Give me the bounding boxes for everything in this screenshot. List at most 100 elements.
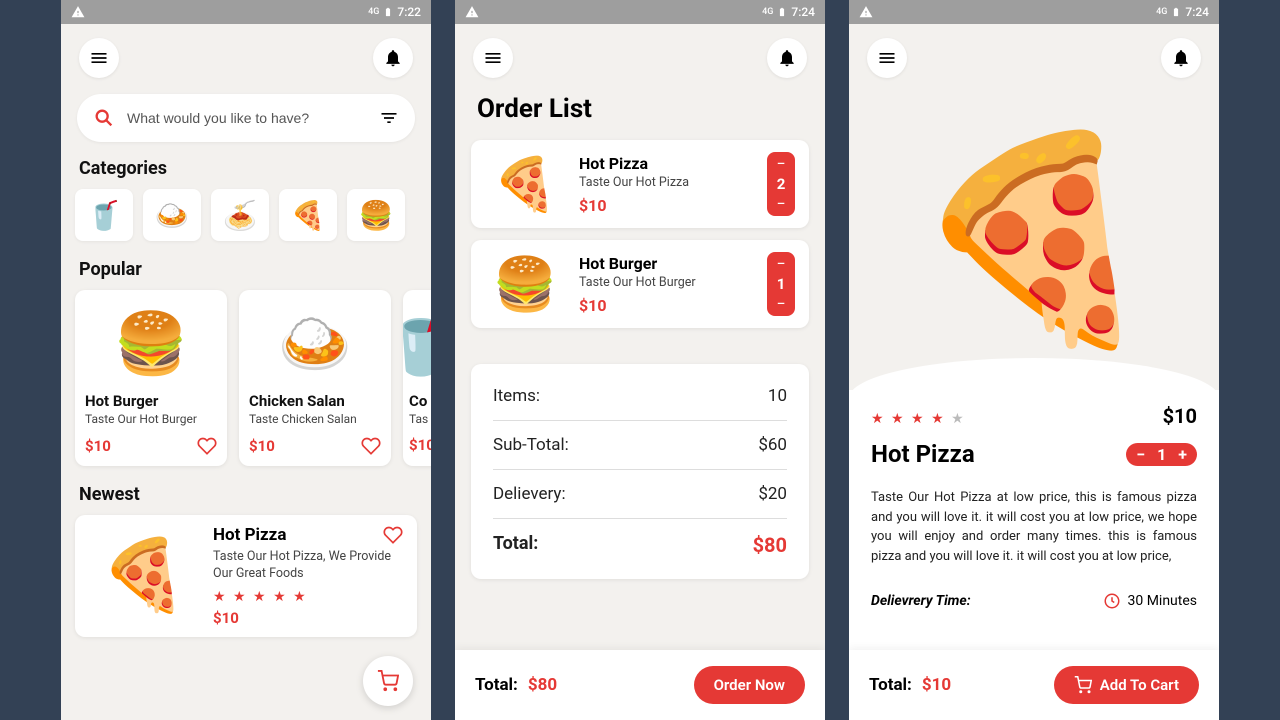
category-item[interactable]: 🍔 <box>347 189 405 241</box>
cart-icon <box>377 670 399 692</box>
total-value: $80 <box>528 675 557 695</box>
menu-button[interactable] <box>867 38 907 78</box>
food-sub: Taste Our Hot Pizza <box>579 175 753 190</box>
cart-fab[interactable] <box>363 656 413 706</box>
category-item[interactable]: 🍛 <box>143 189 201 241</box>
clock-icon <box>1103 592 1121 610</box>
order-summary: Items: 10 Sub-Total: $60 Delievery: $20 … <box>471 364 809 579</box>
delivery-value: 30 Minutes <box>1127 593 1197 609</box>
heart-icon[interactable] <box>383 525 403 545</box>
cart-icon <box>1074 676 1092 694</box>
quantity-stepper: − 1 − <box>767 252 795 316</box>
quantity-stepper: − 2 − <box>767 152 795 216</box>
notifications-button[interactable] <box>767 38 807 78</box>
quantity-stepper: − 1 + <box>1126 443 1197 466</box>
food-image: 🍛 <box>249 298 381 388</box>
notifications-button[interactable] <box>373 38 413 78</box>
category-item[interactable]: 🍕 <box>279 189 337 241</box>
newest-heading: Newest <box>61 484 431 515</box>
food-sub: Tas <box>409 412 431 426</box>
warning-icon <box>859 5 873 19</box>
qty-value: 2 <box>777 172 786 196</box>
menu-button[interactable] <box>79 38 119 78</box>
food-name: Hot Burger <box>579 254 753 273</box>
bottom-bar: Total: $80 Order Now <box>455 650 825 720</box>
total-value: $10 <box>922 675 951 695</box>
filter-icon[interactable] <box>379 108 399 128</box>
qty-value: 1 <box>777 272 786 296</box>
battery-icon <box>383 5 393 19</box>
qty-plus[interactable]: − <box>776 196 785 212</box>
battery-icon <box>1171 5 1181 19</box>
category-item[interactable]: 🍝 <box>211 189 269 241</box>
summary-row: Sub-Total: $60 <box>493 421 787 470</box>
search-box[interactable] <box>77 94 415 142</box>
category-item[interactable]: 🥤 <box>75 189 133 241</box>
order-item: 🍕 Hot Pizza Taste Our Hot Pizza $10 − 2 … <box>471 140 809 228</box>
warning-icon <box>465 5 479 19</box>
categories-row: 🥤 🍛 🍝 🍕 🍔 <box>61 189 431 259</box>
delivery-label: Delievrery Time: <box>871 593 971 609</box>
home-screen: 4G 7:22 Categories 🥤 🍛 🍝 🍕 🍔 Popular 🍔 H… <box>61 0 431 720</box>
search-input[interactable] <box>127 110 367 126</box>
newest-card[interactable]: 🍕 Hot Pizza Taste Our Hot Pizza, We Prov… <box>75 515 417 637</box>
qty-minus[interactable]: − <box>1136 445 1145 464</box>
food-name: Hot Pizza <box>579 154 753 173</box>
food-sub: Taste Our Hot Burger <box>85 412 217 426</box>
popular-heading: Popular <box>61 259 431 290</box>
qty-plus[interactable]: + <box>1178 445 1187 464</box>
menu-button[interactable] <box>473 38 513 78</box>
total-label: Total: <box>869 675 912 695</box>
rating-row: ★ ★ ★ ★ ★ $10 <box>871 404 1197 428</box>
food-price: $10 <box>579 296 753 315</box>
product-detail-screen: 4G 7:24 🍕 ★ ★ ★ ★ ★ $10 Hot Pizza − 1 + … <box>849 0 1219 720</box>
popular-row: 🍔 Hot Burger Taste Our Hot Burger $10 🍛 … <box>61 290 431 484</box>
rating-stars: ★ ★ ★ ★ ★ <box>213 589 403 605</box>
product-name: Hot Pizza <box>871 440 975 468</box>
qty-minus[interactable]: − <box>776 156 785 172</box>
clock-time: 7:24 <box>1185 5 1209 19</box>
popular-card[interactable]: 🥤 Co Tas $10 <box>403 290 431 466</box>
food-price: $10 <box>213 609 403 627</box>
clock-time: 7:22 <box>397 5 421 19</box>
food-image: 🍕 <box>89 525 199 627</box>
rating-stars: ★ ★ ★ ★ ★ <box>871 411 966 427</box>
popular-card[interactable]: 🍔 Hot Burger Taste Our Hot Burger $10 <box>75 290 227 466</box>
food-sub: Taste Our Hot Burger <box>579 275 753 290</box>
network-icon: 4G <box>762 7 773 17</box>
food-image: 🥤 <box>409 298 431 388</box>
summary-row: Items: 10 <box>493 372 787 421</box>
qty-plus[interactable]: − <box>776 296 785 312</box>
qty-minus[interactable]: − <box>776 256 785 272</box>
product-description: Taste Our Hot Pizza at low price, this i… <box>871 488 1197 566</box>
battery-icon <box>777 5 787 19</box>
food-name: Hot Pizza <box>213 525 286 545</box>
menu-icon <box>483 48 503 68</box>
bell-icon <box>1171 48 1191 68</box>
food-price: $10 <box>579 196 753 215</box>
heart-icon[interactable] <box>361 436 381 456</box>
food-name: Hot Burger <box>85 392 217 410</box>
order-list-screen: 4G 7:24 Order List 🍕 Hot Pizza Taste Our… <box>455 0 825 720</box>
network-icon: 4G <box>1156 7 1167 17</box>
product-price: $10 <box>1163 404 1197 428</box>
summary-row: Delievery: $20 <box>493 470 787 519</box>
categories-heading: Categories <box>61 158 431 189</box>
food-price: $10 <box>249 437 275 455</box>
popular-card[interactable]: 🍛 Chicken Salan Taste Chicken Salan $10 <box>239 290 391 466</box>
order-now-button[interactable]: Order Now <box>694 666 805 704</box>
food-sub: Taste Chicken Salan <box>249 412 381 426</box>
food-image: 🍕 <box>481 148 569 220</box>
food-image: 🍔 <box>481 248 569 320</box>
delivery-row: Delievrery Time: 30 Minutes <box>871 592 1197 610</box>
notifications-button[interactable] <box>1161 38 1201 78</box>
page-title: Order List <box>455 88 825 140</box>
add-to-cart-button[interactable]: Add To Cart <box>1054 666 1199 704</box>
bell-icon <box>777 48 797 68</box>
food-image: 🍔 <box>85 298 217 388</box>
heart-icon[interactable] <box>197 436 217 456</box>
food-sub: Taste Our Hot Pizza, We Provide Our Grea… <box>213 549 403 583</box>
hero-image: 🍕 <box>849 74 1219 404</box>
food-price: $10 <box>85 437 111 455</box>
status-bar: 4G 7:24 <box>455 0 825 24</box>
